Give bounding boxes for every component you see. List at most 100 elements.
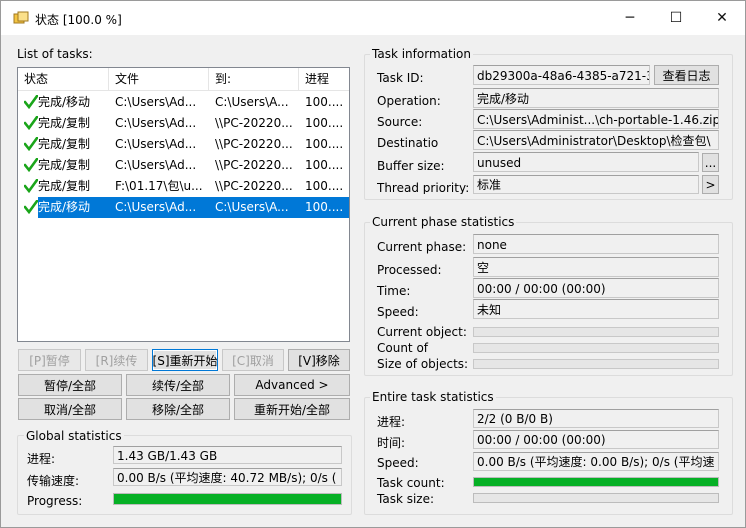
window-title: 状态 [100.0 %]: [35, 13, 122, 27]
entire-speed-field: 0.00 B/s (平均速度: 0.00 B/s); 0/s (平均速: [473, 452, 719, 471]
row-destination: \\PC-20220...: [215, 116, 293, 130]
global-progress-value: 1.43 GB/1.43 GB: [113, 446, 342, 464]
row-progress: 100....: [305, 95, 344, 109]
row-progress: 100....: [305, 137, 344, 151]
buffer-size-field: unused: [473, 152, 699, 172]
global-bar-label: Progress:: [27, 494, 83, 508]
speed-field: 未知: [473, 299, 719, 319]
status-window: 状态 [100.0 %] ─ ☐ ✕ List of tasks: 状态 文件 …: [0, 0, 746, 528]
cancel-all-button[interactable]: 取消/全部: [18, 398, 122, 420]
checkmark-icon: [24, 137, 38, 151]
operation-field: 完成/移动: [473, 88, 719, 108]
row-destination: C:\Users\A...: [215, 95, 289, 109]
entire-time-field: 00:00 / 00:00 (00:00): [473, 430, 719, 449]
current-phase-field: none: [473, 234, 719, 254]
speed-label: Speed:: [377, 305, 419, 319]
size-of-objects-label: Size of objects:: [377, 357, 469, 371]
entire-time-label: 时间:: [377, 436, 406, 450]
task-count-bar: [473, 477, 719, 487]
pause-button[interactable]: [P]暂停: [18, 349, 81, 371]
global-progress-label: 进程:: [27, 452, 56, 466]
count-of-bar: [473, 343, 719, 353]
table-row[interactable]: 完成/复制 C:\Users\Ad... \\PC-20220... 100....: [18, 113, 349, 134]
column-file[interactable]: 文件: [109, 68, 209, 90]
minimize-button[interactable]: ─: [607, 1, 653, 35]
operation-label: Operation:: [377, 94, 441, 108]
task-size-bar: [473, 493, 719, 503]
cancel-button[interactable]: [C]取消: [222, 349, 284, 371]
table-row[interactable]: 完成/复制 C:\Users\Ad... \\PC-20220... 100....: [18, 134, 349, 155]
row-file: C:\Users\Ad...: [115, 95, 197, 109]
row-status: 完成/移动: [38, 95, 91, 109]
entire-stats-title: Entire task statistics: [370, 390, 496, 404]
resume-all-button[interactable]: 续传/全部: [126, 374, 230, 396]
title-bar[interactable]: 状态 [100.0 %] ─ ☐ ✕: [1, 1, 745, 35]
restart-all-button[interactable]: 重新开始/全部: [234, 398, 350, 420]
source-field: C:\Users\Administ...\ch-portable-1.46.zi…: [473, 109, 719, 129]
column-to[interactable]: 到:: [209, 68, 299, 90]
row-status: 完成/复制: [38, 158, 91, 172]
remove-button[interactable]: [V]移除: [288, 349, 350, 371]
row-progress: 100....: [305, 116, 344, 130]
table-row[interactable]: 完成/复制 C:\Users\Ad... \\PC-20220... 100....: [18, 155, 349, 176]
table-row[interactable]: 完成/复制 F:\01.17\包\u... \\PC-20220... 100....: [18, 176, 349, 197]
global-stats-title: Global statistics: [24, 429, 124, 443]
global-speed-label: 传输速度:: [27, 474, 80, 488]
entire-speed-label: Speed:: [377, 456, 419, 470]
row-status: 完成/复制: [38, 116, 91, 130]
column-progress[interactable]: 进程: [299, 68, 349, 90]
size-of-objects-bar: [473, 359, 719, 369]
checkmark-icon: [24, 116, 38, 130]
task-list-label: List of tasks:: [17, 47, 93, 61]
maximize-button[interactable]: ☐: [653, 1, 699, 35]
row-file: C:\Users\Ad...: [115, 200, 197, 214]
global-progress-fill: [114, 494, 341, 504]
remove-all-button[interactable]: 移除/全部: [126, 398, 230, 420]
task-list[interactable]: 状态 文件 到: 进程 完成/移动 C:\Users\Ad... C:\Users\…: [17, 67, 350, 342]
advanced-button[interactable]: Advanced >: [234, 374, 350, 396]
current-object-label: Current object:: [377, 325, 467, 339]
thread-priority-button[interactable]: >: [702, 175, 719, 194]
row-file: C:\Users\Ad...: [115, 137, 197, 151]
close-icon: ✕: [716, 10, 728, 26]
current-phase-label: Current phase:: [377, 240, 467, 254]
close-button[interactable]: ✕: [699, 1, 745, 35]
checkmark-icon: [24, 200, 38, 214]
time-field: 00:00 / 00:00 (00:00): [473, 278, 719, 298]
row-progress: 100....: [305, 200, 344, 214]
checkmark-icon: [24, 95, 38, 109]
table-row[interactable]: 完成/移动 C:\Users\Ad... C:\Users\A... 100....: [18, 92, 349, 113]
column-status[interactable]: 状态: [18, 68, 109, 90]
task-info-title: Task information: [370, 47, 473, 61]
row-file: C:\Users\Ad...: [115, 158, 197, 172]
restart-button[interactable]: [S]重新开始: [152, 349, 218, 371]
checkmark-icon: [24, 158, 38, 172]
global-progress-bar: [113, 493, 342, 505]
pause-all-button[interactable]: 暂停/全部: [18, 374, 122, 396]
copy-app-icon: [13, 11, 29, 24]
row-status: 完成/复制: [38, 137, 91, 151]
row-status: 完成/移动: [38, 200, 91, 214]
global-speed-value: 0.00 B/s (平均速度: 40.72 MB/s); 0/s (: [113, 468, 342, 486]
task-count-fill: [474, 478, 718, 486]
task-count-label: Task count:: [377, 476, 445, 490]
row-destination: \\PC-20220...: [215, 137, 293, 151]
thread-priority-field: 标准: [473, 175, 699, 194]
destination-field: C:\Users\Administrator\Desktop\检查包\: [473, 130, 719, 150]
destination-label: Destinatio: [377, 136, 439, 150]
entire-progress-label: 进程:: [377, 415, 406, 429]
row-file: C:\Users\Ad...: [115, 116, 197, 130]
table-row[interactable]: 完成/移动 C:\Users\Ad... C:\Users\A... 100....: [18, 197, 349, 218]
buffer-size-label: Buffer size:: [377, 159, 445, 173]
task-id-label: Task ID:: [377, 71, 424, 85]
count-of-label: Count of: [377, 341, 429, 355]
task-size-label: Task size:: [377, 492, 435, 506]
buffer-settings-button[interactable]: ...: [702, 153, 719, 172]
row-file: F:\01.17\包\u...: [115, 179, 203, 193]
processed-label: Processed:: [377, 263, 442, 277]
time-label: Time:: [377, 284, 411, 298]
task-id-field[interactable]: db29300a-48a6-4385-a721-3: [473, 65, 650, 85]
resume-button[interactable]: [R]续传: [85, 349, 148, 371]
checkmark-icon: [24, 179, 38, 193]
view-log-button[interactable]: 查看日志: [654, 65, 719, 85]
